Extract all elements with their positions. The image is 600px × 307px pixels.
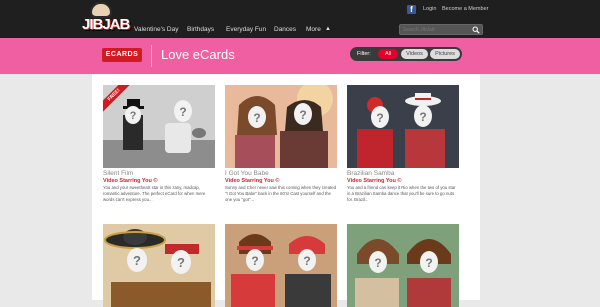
svg-text:?: ?	[253, 111, 260, 125]
login-link[interactable]: Login	[423, 5, 436, 14]
top-bar: JIBJAB f Login Become a Member Valentine…	[0, 0, 600, 38]
svg-text:?: ?	[425, 256, 432, 270]
ecards-logo[interactable]: ECARDS	[102, 48, 142, 62]
jibjab-logo[interactable]: JIBJAB	[82, 2, 130, 36]
nav-item-valentines-day[interactable]: Valentine's Day	[134, 25, 178, 34]
ecard-subtitle: Video Starring You ©	[103, 178, 158, 184]
svg-text:?: ?	[133, 253, 141, 268]
ecard-subtitle: Video Starring You ©	[347, 178, 402, 184]
svg-text:?: ?	[251, 254, 258, 268]
sixties-couple-scene-icon: ? ?	[225, 85, 337, 168]
ecard-subtitle: Video Starring You ©	[225, 178, 280, 184]
ecard-title[interactable]: Silent Film	[103, 170, 133, 178]
search-box	[399, 24, 483, 35]
ecard-thumbnail[interactable]: ? ?	[103, 224, 215, 307]
samba-scene-icon: ? ?	[347, 85, 459, 168]
filter-label: Filter:	[357, 51, 371, 57]
eighties-scene-icon: ? ?	[225, 224, 337, 307]
ecard-thumbnail[interactable]: ? ?	[225, 224, 337, 307]
retro-couple-scene-icon: ? ?	[347, 224, 459, 307]
filter-all-button[interactable]: All	[378, 49, 398, 59]
ecard-thumbnail[interactable]: ? ?	[347, 224, 459, 307]
filter-pictures-button[interactable]: Pictures	[430, 49, 460, 59]
ecard-description: Sonny and Cher never saw this coming whe…	[225, 185, 337, 202]
ecard-thumbnail[interactable]: ? ? FREE!	[103, 85, 215, 168]
ecard-title[interactable]: I Got You Babe	[225, 170, 269, 178]
ecard-thumbnail[interactable]: ? ?	[225, 85, 337, 168]
nav-item-birthdays[interactable]: Birthdays	[187, 25, 214, 34]
svg-text:?: ?	[303, 254, 310, 268]
silent-film-scene-icon: ? ?	[103, 85, 215, 168]
search-input[interactable]	[403, 26, 469, 34]
ecard-thumbnail[interactable]: ? ?	[347, 85, 459, 168]
divider	[151, 45, 152, 67]
svg-text:?: ?	[374, 256, 381, 270]
nav-item-everyday-fun[interactable]: Everyday Fun	[226, 25, 266, 34]
mariachi-scene-icon: ? ?	[103, 224, 215, 307]
logo-text: JIBJAB	[82, 16, 130, 33]
svg-text:?: ?	[130, 110, 137, 122]
category-band	[0, 38, 600, 74]
nav-item-dances[interactable]: Dances	[274, 25, 296, 34]
page-title: Love eCards	[161, 47, 235, 62]
caret-up-icon[interactable]: ▲	[325, 25, 331, 34]
search-icon[interactable]	[472, 26, 480, 34]
ecard-description: You and your sweetheart star in this zan…	[103, 185, 206, 202]
svg-text:?: ?	[376, 111, 383, 125]
svg-text:?: ?	[177, 255, 185, 270]
svg-text:?: ?	[299, 108, 306, 122]
filter-bar: Filter: All Videos Pictures	[350, 47, 462, 61]
facebook-icon[interactable]: f	[407, 5, 416, 14]
svg-text:?: ?	[419, 110, 426, 124]
filter-videos-button[interactable]: Videos	[401, 49, 428, 59]
ecard-description: You and a friend can keep it Rio when th…	[347, 185, 456, 202]
nav-item-more[interactable]: More	[306, 25, 321, 34]
become-member-link[interactable]: Become a Member	[442, 5, 488, 14]
card-grid: ? ? FREE! Silent Film Video Starring You…	[92, 74, 480, 307]
svg-text:?: ?	[179, 105, 186, 119]
ecard-title[interactable]: Brazilian Samba	[347, 170, 394, 178]
